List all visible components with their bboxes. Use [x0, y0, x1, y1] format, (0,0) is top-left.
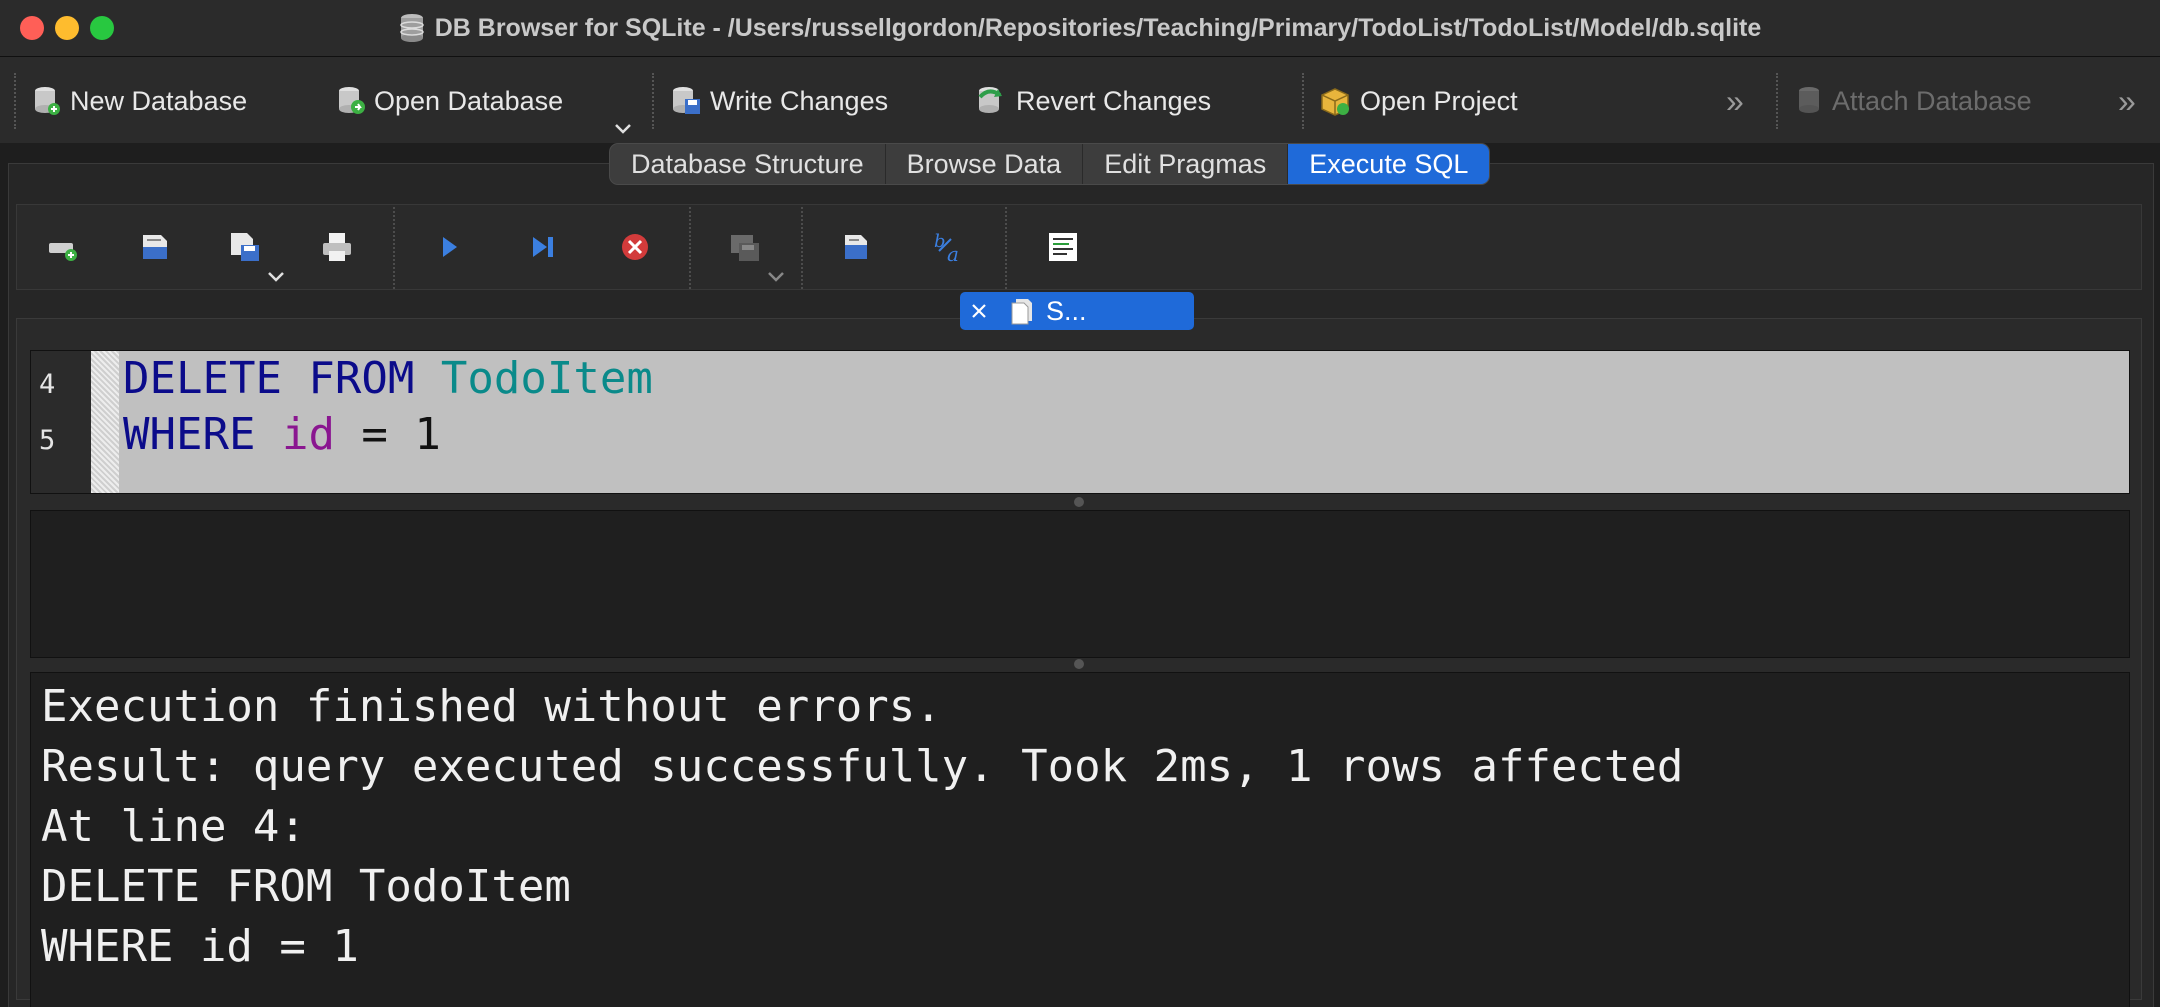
revert-changes-icon: [978, 87, 1002, 113]
new-database-icon: [35, 87, 60, 115]
stop-execution-icon[interactable]: [617, 229, 653, 265]
sql-file-icon: [1011, 299, 1032, 325]
toolbar-separator: [652, 73, 654, 129]
code-line[interactable]: WHERE id = 1: [123, 409, 441, 460]
fold-margin: [91, 351, 119, 493]
message-pane[interactable]: Execution finished without errors. Resul…: [30, 672, 2130, 1007]
sql-editor-tab-label: S...: [1046, 295, 1087, 326]
sql-keyword: WHERE: [123, 409, 282, 460]
open-project-icon: [1321, 88, 1349, 116]
close-icon[interactable]: [970, 302, 988, 320]
save-results-icon[interactable]: [727, 229, 763, 265]
execute-all-icon[interactable]: [431, 229, 467, 265]
open-project-label: Open Project: [1360, 85, 1518, 116]
open-project-button[interactable]: Open Project: [1318, 79, 1518, 123]
title-bar: DB Browser for SQLite - /Users/russellgo…: [0, 0, 2160, 57]
open-tab-icon[interactable]: [45, 229, 81, 265]
sql-keyword: DELETE FROM: [123, 353, 441, 404]
sql-editor-tab[interactable]: S...: [960, 292, 1194, 330]
chevron-down-icon[interactable]: [767, 271, 785, 283]
sql-expression: = 1: [334, 409, 441, 460]
message-line: At line 4:: [41, 801, 306, 852]
attach-database-label: Attach Database: [1832, 85, 2032, 116]
chevron-down-icon[interactable]: [614, 123, 632, 135]
sql-column-name: id: [281, 409, 335, 460]
line-number: 4: [39, 369, 56, 400]
open-sql-file-icon[interactable]: [137, 229, 173, 265]
save-sql-file-icon[interactable]: [227, 229, 263, 265]
line-number-gutter: 4 5: [31, 351, 91, 493]
sql-table-name: TodoItem: [440, 353, 653, 404]
open-database-label: Open Database: [374, 85, 564, 116]
sql-toolbar: b a: [16, 204, 2142, 290]
open-database-button[interactable]: Open Database: [336, 79, 563, 123]
code-line[interactable]: DELETE FROM TodoItem: [123, 353, 653, 404]
svg-text:a: a: [947, 242, 959, 265]
tab-edit-pragmas[interactable]: Edit Pragmas: [1083, 144, 1289, 184]
write-changes-button[interactable]: Write Changes: [670, 79, 888, 123]
tab-execute-sql[interactable]: Execute SQL: [1288, 144, 1490, 184]
new-database-button[interactable]: New Database: [32, 79, 247, 123]
toolbar-separator: [689, 207, 691, 289]
toolbar-overflow-button-2[interactable]: »: [2118, 79, 2136, 123]
window-title-wrap: DB Browser for SQLite - /Users/russellgo…: [0, 0, 2160, 56]
tab-database-structure[interactable]: Database Structure: [610, 144, 886, 184]
toolbar-separator: [801, 207, 803, 289]
toolbar-separator: [1776, 73, 1778, 129]
toolbar-separator: [393, 207, 395, 289]
line-number: 5: [39, 425, 56, 456]
open-database-icon: [339, 87, 365, 114]
revert-changes-button[interactable]: Revert Changes: [976, 79, 1211, 123]
revert-changes-label: Revert Changes: [1016, 85, 1212, 116]
sql-editor[interactable]: 4 5 DELETE FROM TodoItem WHERE id = 1: [30, 350, 2130, 494]
toolbar-separator: [1302, 73, 1304, 129]
write-changes-icon: [673, 87, 700, 114]
window-title: DB Browser for SQLite - /Users/russellgo…: [434, 13, 1762, 42]
find-icon[interactable]: [839, 229, 875, 265]
toolbar-overflow-button[interactable]: »: [1726, 79, 1744, 123]
message-line: Execution finished without errors.: [41, 681, 942, 732]
database-icon: [399, 14, 424, 42]
find-replace-icon[interactable]: b a: [931, 229, 967, 265]
main-tab-bar: Database Structure Browse Data Edit Prag…: [610, 144, 1490, 184]
splitter-handle[interactable]: [1074, 497, 1084, 507]
attach-database-button[interactable]: Attach Database: [1796, 79, 2032, 123]
toolbar-grip: [14, 73, 16, 129]
new-database-label: New Database: [70, 85, 248, 116]
splitter-handle[interactable]: [1074, 659, 1084, 669]
write-changes-label: Write Changes: [710, 85, 889, 116]
main-toolbar: New Database Open Database Write Changes…: [0, 57, 2160, 143]
toolbar-separator: [1005, 207, 1007, 289]
attach-database-icon: [1799, 87, 1819, 113]
tab-browse-data[interactable]: Browse Data: [886, 144, 1084, 184]
message-line: DELETE FROM TodoItem: [41, 861, 571, 912]
results-grid[interactable]: [30, 510, 2130, 658]
comment-icon[interactable]: [1045, 229, 1081, 265]
message-line: WHERE id = 1: [41, 921, 359, 972]
chevron-down-icon[interactable]: [267, 271, 285, 283]
execute-line-icon[interactable]: [525, 229, 561, 265]
message-line: Result: query executed successfully. Too…: [41, 741, 1684, 792]
print-icon[interactable]: [319, 229, 355, 265]
